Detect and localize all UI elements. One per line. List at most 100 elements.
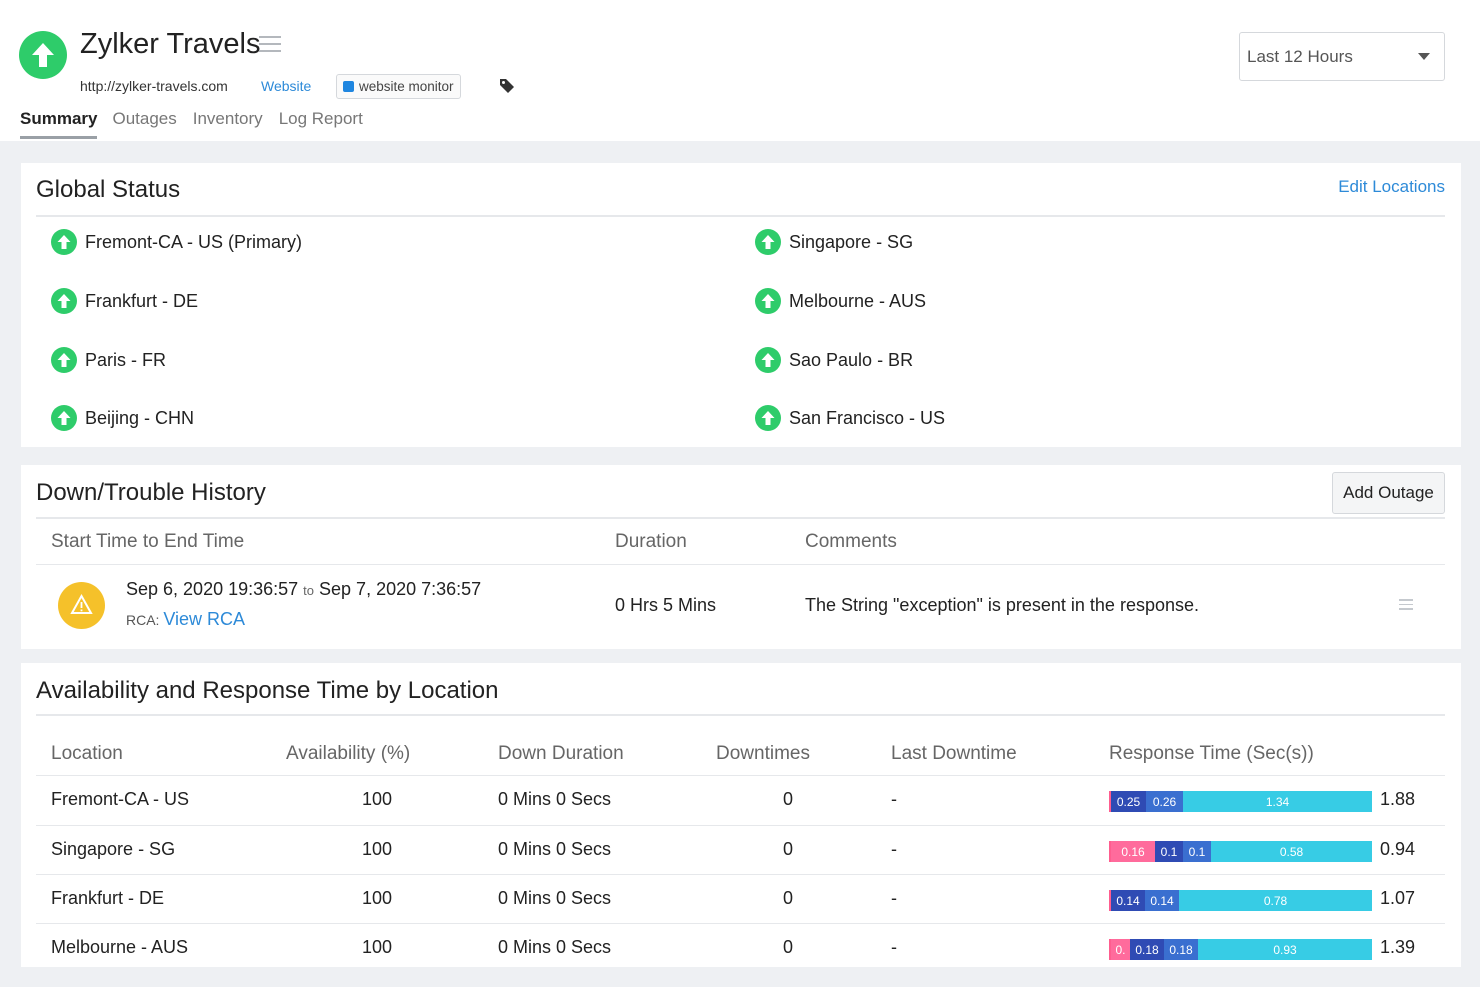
last-downtime-cell: - [891, 937, 897, 957]
response-time-bar[interactable]: 0. 0.18 0.18 0.93 [1109, 939, 1372, 960]
location-name: Fremont-CA - US (Primary) [85, 231, 303, 252]
response-time-segment-conn[interactable]: 0.18 [1130, 939, 1164, 960]
up-status-icon [19, 31, 67, 79]
location-name: Paris - FR [85, 349, 166, 370]
location-status-item: Singapore - SG [755, 229, 913, 255]
arrow-up-icon [755, 229, 781, 255]
column-header-availability: Availability (%) [286, 743, 411, 764]
location-status-item: Melbourne - AUS [755, 288, 926, 314]
response-time-segment-conn[interactable]: 0.14 [1111, 890, 1145, 911]
column-header-time: Start Time to End Time [51, 531, 245, 552]
divider [36, 714, 1445, 716]
response-time-total: 1.39 [1380, 937, 1416, 957]
availability-cell: 100 [361, 839, 393, 859]
view-rca-link[interactable]: View RCA [163, 609, 245, 629]
response-time-segment-dl[interactable]: 0.93 [1198, 939, 1372, 960]
time-range-value: Last 12 Hours [1247, 46, 1353, 66]
response-time-segment-dns[interactable]: 0. [1111, 939, 1130, 960]
table-row: Singapore - SG 100 0 Mins 0 Secs 0 - 0.1… [21, 825, 1461, 875]
response-time-total: 1.88 [1380, 789, 1416, 809]
outage-comment: The String "exception" is present in the… [805, 595, 1199, 615]
row-menu-icon[interactable] [1399, 599, 1413, 611]
last-downtime-cell: - [891, 789, 897, 809]
last-downtime-cell: - [891, 888, 897, 908]
location-status-item: San Francisco - US [755, 405, 945, 431]
monitor-header: Zylker Travels http://zylker-travels.com… [0, 0, 1480, 141]
response-time-segment-first[interactable]: 0.26 [1146, 791, 1183, 812]
edit-locations-link[interactable]: Edit Locations [1338, 177, 1445, 197]
table-row: Melbourne - AUS 100 0 Mins 0 Secs 0 - 0.… [21, 923, 1461, 973]
outage-end: Sep 7, 2020 7:36:57 [319, 579, 482, 599]
monitor-title: Zylker Travels [80, 28, 261, 60]
outage-start: Sep 6, 2020 19:36:57 [126, 579, 299, 599]
monitor-url: http://zylker-travels.com [80, 78, 228, 94]
response-time-bar[interactable]: 0.14 0.14 0.78 [1109, 890, 1372, 911]
last-downtime-cell: - [891, 839, 897, 859]
divider [36, 215, 1445, 217]
downtimes-cell: 0 [782, 937, 793, 957]
down-duration-cell: 0 Mins 0 Secs [498, 789, 612, 809]
downtimes-cell: 0 [782, 888, 793, 908]
availability-cell: 100 [361, 888, 393, 908]
outage-duration: 0 Hrs 5 Mins [615, 595, 717, 615]
outage-time-range: Sep 6, 2020 19:36:57 to Sep 7, 2020 7:36… [126, 579, 481, 600]
response-time-segment-dl[interactable]: 0.58 [1211, 841, 1372, 862]
location-name: Sao Paulo - BR [789, 349, 914, 370]
tab-log-report[interactable]: Log Report [279, 109, 363, 139]
monitor-type-link[interactable]: Website [261, 78, 311, 94]
hamburger-icon[interactable] [259, 36, 281, 54]
tab-outages[interactable]: Outages [112, 109, 176, 139]
location-status-item: Fremont-CA - US (Primary) [51, 229, 302, 255]
location-name: San Francisco - US [789, 407, 946, 428]
column-header-duration: Duration [615, 531, 687, 552]
response-time-segment-first[interactable]: 0.14 [1145, 890, 1179, 911]
response-time-bar[interactable]: 0.25 0.26 1.34 [1109, 791, 1372, 812]
tab-inventory[interactable]: Inventory [193, 109, 263, 139]
availability-cell: 100 [361, 937, 393, 957]
response-time-segment-first[interactable]: 0.1 [1183, 841, 1211, 862]
global-status-title: Global Status [36, 176, 181, 203]
location-status-item: Beijing - CHN [51, 405, 194, 431]
history-panel: Down/Trouble History Add Outage Start Ti… [21, 465, 1461, 649]
time-range-select[interactable]: Last 12 Hours [1239, 32, 1445, 81]
divider [36, 517, 1445, 519]
location-name: Frankfurt - DE [85, 290, 199, 311]
arrow-up-icon [755, 347, 781, 373]
rca-line: RCA: View RCA [126, 609, 245, 630]
column-header-downtimes: Downtimes [716, 743, 810, 764]
arrow-up-icon [51, 229, 77, 255]
availability-panel: Availability and Response Time by Locati… [21, 663, 1461, 967]
response-time-segment-conn[interactable]: 0.25 [1111, 791, 1146, 812]
response-time-segment-dns[interactable]: 0.16 [1111, 841, 1155, 862]
global-status-panel: Global Status Edit Locations Fremont-CA … [21, 163, 1461, 447]
location-cell: Melbourne - AUS [51, 937, 189, 957]
location-name: Melbourne - AUS [789, 290, 927, 311]
column-header-comments: Comments [805, 531, 897, 552]
arrow-up-icon [51, 405, 77, 431]
availability-cell: 100 [361, 789, 393, 809]
response-time-bar[interactable]: 0.16 0.1 0.1 0.58 [1109, 841, 1372, 862]
response-time-segment-conn[interactable]: 0.1 [1155, 841, 1183, 862]
chevron-down-icon [1418, 53, 1430, 60]
column-header-last-downtime: Last Downtime [891, 743, 1017, 764]
location-cell: Fremont-CA - US [51, 789, 190, 809]
monitor-tag-label: website monitor [359, 79, 454, 94]
location-status-item: Frankfurt - DE [51, 288, 198, 314]
response-time-segment-dl[interactable]: 0.78 [1179, 890, 1372, 911]
arrow-up-icon [755, 405, 781, 431]
downtimes-cell: 0 [782, 839, 793, 859]
response-time-segment-first[interactable]: 0.18 [1164, 939, 1198, 960]
tag-icon[interactable] [498, 77, 516, 95]
add-outage-button[interactable]: Add Outage [1332, 472, 1445, 514]
location-name: Singapore - SG [789, 231, 914, 252]
response-time-total: 1.07 [1380, 888, 1416, 908]
column-header-location: Location [51, 743, 123, 764]
arrow-up-icon [51, 347, 77, 373]
tab-summary[interactable]: Summary [20, 109, 98, 139]
monitor-tag[interactable]: website monitor [336, 74, 461, 99]
location-name: Beijing - CHN [85, 407, 195, 428]
response-time-total: 0.94 [1380, 839, 1416, 859]
response-time-segment-dl[interactable]: 1.34 [1183, 791, 1372, 812]
arrow-up-icon [755, 288, 781, 314]
column-header-response-time: Response Time (Sec(s)) [1109, 743, 1314, 764]
